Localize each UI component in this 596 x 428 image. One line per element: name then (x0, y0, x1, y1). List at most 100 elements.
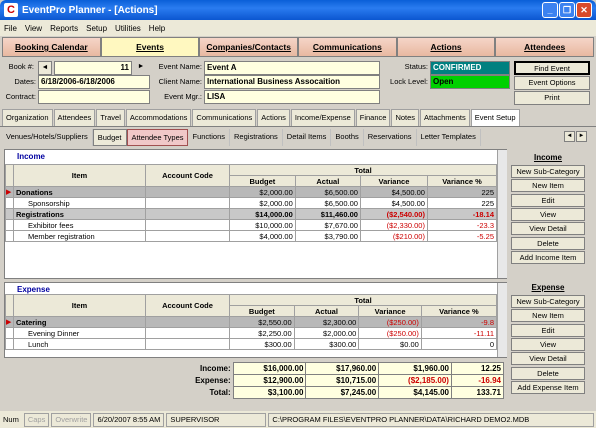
totals-label: Income: (200, 364, 231, 373)
expense-edit-button[interactable]: Edit (511, 323, 585, 337)
contract-field[interactable] (38, 90, 150, 104)
expense-title: Expense (17, 285, 50, 294)
variance-pct-header: Variance % (426, 175, 498, 187)
income-view-detail-button[interactable]: View Detail (511, 222, 585, 236)
sub-tab-actions[interactable]: Actions (257, 109, 290, 126)
main-tab-communications[interactable]: Communications (298, 37, 397, 57)
expense-scrollbar[interactable] (497, 283, 507, 357)
dates-field[interactable]: 6/18/2006-6/18/2006 (38, 75, 150, 89)
row-pointer-icon[interactable]: ▶ (5, 186, 14, 198)
sub-tab-travel[interactable]: Travel (96, 109, 125, 126)
table-row[interactable]: Member registration $4,000.00 $3,790.00 ($2… (5, 230, 498, 242)
lock-level-field[interactable]: Open (430, 75, 510, 89)
income-new-item-button[interactable]: New Item (511, 179, 585, 193)
main-tab-attendees[interactable]: Attendees (495, 37, 595, 57)
tabs-right-icon[interactable]: ► (576, 131, 587, 142)
totals-budget: $3,100.00 (232, 386, 307, 399)
setup-tab-attendee-types[interactable]: Attendee Types (126, 129, 189, 146)
setup-tab-functions[interactable]: Functions (188, 129, 231, 146)
expense-new-item-button[interactable]: New Item (511, 309, 585, 323)
table-row[interactable]: Sponsorship $2,000.00 $6,500.00 $4,500.00 22… (5, 197, 498, 209)
table-row[interactable]: Exhibitor fees $10,000.00 $7,670.00 ($2,330… (5, 219, 498, 231)
sub-tab-communications[interactable]: Communications (192, 109, 257, 126)
setup-tab-budget[interactable]: Budget (92, 129, 127, 146)
totals-variance: ($2,185.00) (378, 374, 452, 387)
main-tab-companies-contacts[interactable]: Companies/Contacts (199, 37, 299, 57)
income-add-income-item-button[interactable]: Add Income Item (511, 250, 585, 264)
event-options-button[interactable]: Event Options (514, 76, 590, 90)
table-row[interactable]: ▶ Catering $2,550.00 $2,300.00 ($250.00) -9.8 (5, 316, 498, 328)
sub-tab-organization[interactable]: Organization (2, 109, 53, 126)
expense-delete-button[interactable]: Delete (511, 366, 585, 380)
item-cell: Donations (13, 186, 146, 198)
account-cell (145, 327, 230, 339)
next-book-icon[interactable]: ► (134, 61, 148, 75)
setup-tab-registrations[interactable]: Registrations (230, 129, 283, 146)
setup-tab-venues-hotels-suppliers[interactable]: Venues/Hotels/Suppliers (2, 129, 93, 146)
sub-tab-accommodations[interactable]: Accommodations (125, 109, 192, 126)
menu-utilities[interactable]: Utilities (111, 24, 145, 33)
setup-tab-detail-items[interactable]: Detail Items (283, 129, 332, 146)
title-bar: C EventPro Planner - [Actions] _ ❐ ✕ (0, 0, 596, 20)
row-selector[interactable] (5, 208, 14, 220)
table-row[interactable]: ▶ Donations $2,000.00 $6,500.00 $4,500.00 225 (5, 186, 498, 198)
table-row[interactable]: Evening Dinner $2,250.00 $2,000.00 ($250.00… (5, 327, 498, 339)
sub-tab-attachments[interactable]: Attachments (420, 109, 470, 126)
event-name-field[interactable]: Event A (204, 61, 380, 75)
main-tab-booking-calendar[interactable]: Booking Calendar (2, 37, 101, 57)
income-edit-button[interactable]: Edit (511, 193, 585, 207)
totals-variance-pct: 133.71 (450, 386, 505, 399)
row-selector[interactable] (5, 230, 14, 242)
budget-header: Budget (229, 305, 295, 317)
menu-setup[interactable]: Setup (82, 24, 111, 33)
row-selector[interactable] (5, 338, 14, 350)
menu-help[interactable]: Help (145, 24, 169, 33)
row-selector[interactable] (5, 219, 14, 231)
expense-new-sub-category-button[interactable]: New Sub-Category (511, 295, 585, 308)
find-event-button[interactable]: Find Event (514, 61, 590, 75)
main-tab-events[interactable]: Events (100, 37, 200, 57)
income-buttons-title: Income (533, 153, 562, 162)
row-pointer-icon[interactable]: ▶ (5, 316, 14, 328)
variance-pct-cell: -9.8 (420, 316, 498, 328)
status-field[interactable]: CONFIRMED (430, 61, 510, 75)
setup-tab-letter-templates[interactable]: Letter Templates (417, 129, 481, 146)
expense-view-button[interactable]: View (511, 337, 585, 351)
income-view-button[interactable]: View (511, 207, 585, 221)
totals-variance: $4,145.00 (378, 386, 452, 399)
income-scrollbar[interactable] (497, 150, 507, 278)
row-selector[interactable] (5, 327, 14, 339)
close-icon[interactable]: ✕ (576, 2, 592, 18)
restore-icon[interactable]: ❐ (559, 2, 575, 18)
income-title: Income (17, 152, 46, 161)
sub-tab-event-setup[interactable]: Event Setup (470, 109, 520, 126)
menu-file[interactable]: File (0, 24, 21, 33)
income-delete-button[interactable]: Delete (511, 236, 585, 250)
client-name-field[interactable]: International Business Assocaition (204, 75, 380, 89)
sub-tab-attendees[interactable]: Attendees (53, 109, 96, 126)
menu-view[interactable]: View (21, 24, 46, 33)
variance-pct-cell: -5.25 (426, 230, 498, 242)
main-tab-actions[interactable]: Actions (396, 37, 496, 57)
setup-tab-reservations[interactable]: Reservations (364, 129, 417, 146)
budget-cell: $2,250.00 (229, 327, 295, 339)
prev-book-icon[interactable]: ◄ (38, 61, 52, 75)
sub-tab-income-expense[interactable]: Income/Expense (290, 109, 355, 126)
minimize-icon[interactable]: _ (542, 2, 558, 18)
setup-tab-booths[interactable]: Booths (331, 129, 364, 146)
menu-reports[interactable]: Reports (46, 24, 82, 33)
sub-tab-notes[interactable]: Notes (391, 109, 420, 126)
print-button[interactable]: Print (514, 91, 590, 105)
expense-add-expense-item-button[interactable]: Add Expense Item (511, 380, 585, 394)
item-header: Item (13, 294, 146, 317)
expense-view-detail-button[interactable]: View Detail (511, 352, 585, 366)
book-number-field[interactable]: 11 (54, 61, 132, 75)
table-row[interactable]: Lunch $300.00 $300.00 $0.00 0 (5, 338, 498, 350)
event-mgr-field[interactable]: LISA (204, 90, 380, 104)
row-selector[interactable] (5, 197, 14, 209)
table-row[interactable]: Registrations $14,000.00 $11,460.00 ($2,540… (5, 208, 498, 220)
sub-tab-finance[interactable]: Finance (355, 109, 391, 126)
tabs-left-icon[interactable]: ◄ (564, 131, 575, 142)
variance-cell: ($250.00) (358, 316, 422, 328)
income-new-sub-category-button[interactable]: New Sub-Category (511, 165, 585, 178)
